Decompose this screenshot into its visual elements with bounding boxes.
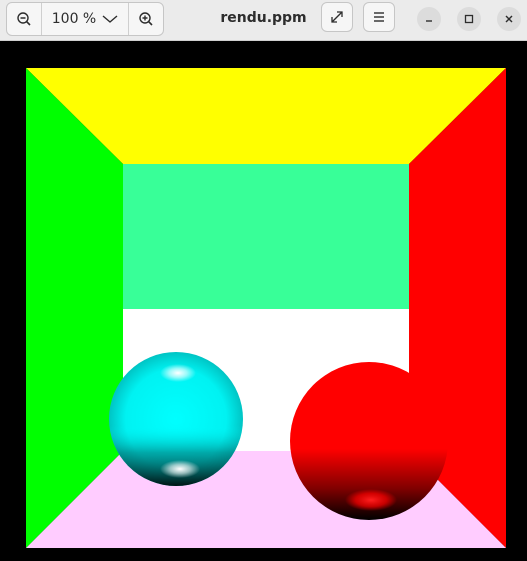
minimize-icon <box>426 20 432 22</box>
close-button[interactable] <box>497 7 521 31</box>
zoom-controls: 100 % <box>6 2 164 36</box>
fullscreen-button[interactable] <box>321 2 353 32</box>
zoom-out-button[interactable] <box>7 3 41 35</box>
maximize-button[interactable] <box>457 7 481 31</box>
hamburger-menu-icon <box>374 12 384 22</box>
image-viewport[interactable] <box>0 41 527 561</box>
zoom-level-dropdown[interactable]: 100 % <box>42 3 128 35</box>
title-bar: 100 % rendu.ppm <box>0 0 527 41</box>
maximize-icon <box>464 14 474 24</box>
rendered-image <box>26 68 506 548</box>
zoom-level-label: 100 % <box>51 11 97 27</box>
red-sphere <box>290 362 448 520</box>
fullscreen-icon <box>331 11 343 23</box>
close-icon <box>505 15 513 23</box>
zoom-in-icon <box>139 12 153 26</box>
zoom-out-icon <box>17 12 31 26</box>
cyan-sphere <box>109 352 243 486</box>
back-wall <box>123 164 409 309</box>
chevron-down-icon <box>102 15 118 23</box>
main-menu-button[interactable] <box>363 2 395 32</box>
minimize-button[interactable] <box>417 7 441 31</box>
zoom-in-button[interactable] <box>129 3 163 35</box>
